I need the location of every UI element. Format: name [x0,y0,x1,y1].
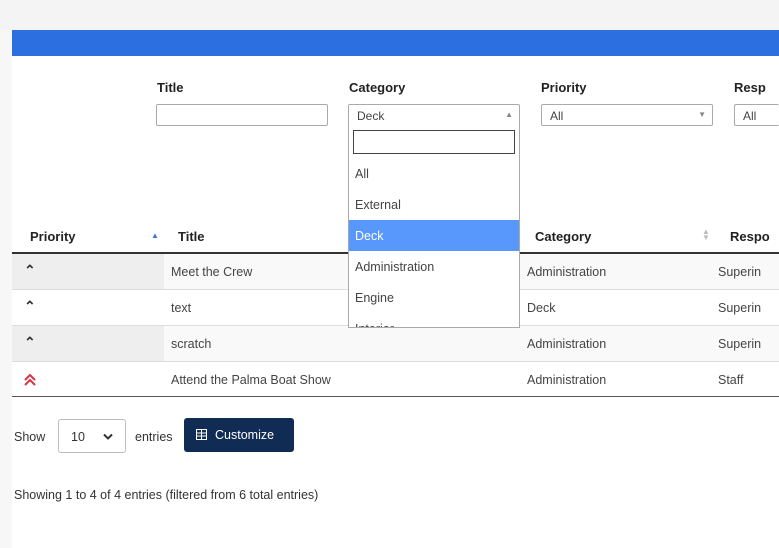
column-header-title[interactable]: Title [178,229,205,244]
dropdown-option-administration[interactable]: Administration [349,251,519,282]
title-filter-input[interactable] [156,104,328,126]
responsible-filter-label: Resp [734,80,766,95]
dropdown-option-external[interactable]: External [349,189,519,220]
row-responsible: Superin [718,301,762,315]
dropdown-option-interior[interactable]: Interior [349,313,519,327]
row-title: Meet the Crew [171,265,253,279]
columns-icon [196,428,207,440]
sort-asc-icon[interactable]: ▲ [151,231,159,240]
header-bar [12,30,779,56]
page-size-value: 10 [71,430,85,444]
column-header-category[interactable]: Category [535,229,591,244]
entries-label: entries [135,430,173,444]
category-filter-value: Deck [357,109,385,123]
column-header-responsible[interactable]: Respo [730,229,770,244]
row-responsible: Staff [718,373,744,387]
priority-filter-value: All [550,109,564,123]
row-category: Administration [527,265,607,279]
top-strip [0,0,779,30]
row-category: Administration [527,337,607,351]
chevron-down-icon [103,427,113,441]
row-title: Attend the Palma Boat Show [171,373,331,387]
chevron-up-icon: ⌃ [24,334,36,350]
dropdown-option-engine[interactable]: Engine [349,282,519,313]
priority-filter-select[interactable]: All ▼ [541,104,713,126]
row-category: Deck [527,301,556,315]
title-filter-label: Title [157,80,184,95]
dropdown-option-deck[interactable]: Deck [349,220,519,251]
customize-button-label: Customize [215,428,275,442]
row-responsible: Superin [718,337,762,351]
category-dropdown: All External Deck Administration Engine … [348,126,520,328]
table-info-text: Showing 1 to 4 of 4 entries (filtered fr… [14,488,319,502]
caret-down-icon: ▼ [698,110,706,119]
customize-button[interactable]: Customize [184,418,294,452]
row-category: Administration [527,373,607,387]
table-row[interactable]: ⌃ scratch Administration Superin [12,326,779,362]
row-responsible: Superin [718,265,762,279]
row-title: text [171,301,192,315]
page-size-select[interactable]: 10 [58,419,126,453]
chevron-up-icon: ⌃ [24,262,36,278]
dropdown-option-all[interactable]: All [349,158,519,189]
table-bottom-border [12,396,779,397]
sort-both-icon[interactable]: ▲ ▼ [702,228,710,242]
row-title: scratch [171,337,212,351]
chevron-up-icon: ⌃ [24,298,36,314]
responsible-filter-select[interactable]: All [734,104,779,126]
dropdown-search-input[interactable] [353,130,515,154]
category-filter-label: Category [349,80,406,95]
table-row[interactable]: Attend the Palma Boat Show Administratio… [12,362,779,398]
column-header-priority[interactable]: Priority [30,229,76,244]
show-label: Show [14,430,46,444]
priority-filter-label: Priority [541,80,587,95]
caret-up-icon: ▲ [505,110,513,119]
double-chevron-up-icon [24,370,36,387]
category-filter-select[interactable]: Deck ▲ [348,104,520,126]
responsible-filter-value: All [743,109,757,123]
